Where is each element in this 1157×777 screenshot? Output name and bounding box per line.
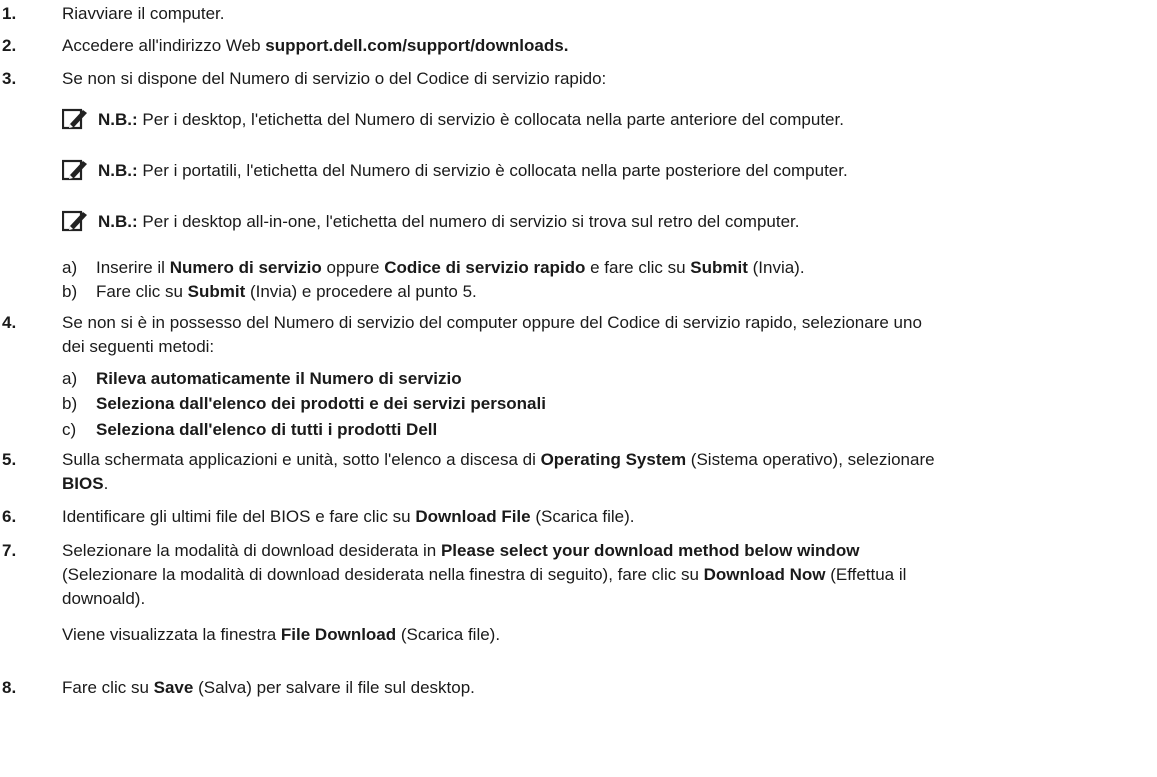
text-run-bold: Operating System (540, 450, 687, 469)
note-body: Per i desktop all-in-one, l'etichetta de… (137, 212, 800, 231)
step-number: 3. (2, 69, 17, 88)
substep-letter: a) (62, 369, 78, 388)
note-label: N.B.: (98, 212, 138, 231)
text-run-bold: BIOS (62, 474, 104, 493)
step-text: Selezionare la modalità di download desi… (62, 540, 1151, 646)
text-run: (Scarica file). (396, 625, 501, 644)
text-run: (Sistema operativo), selezionare (686, 450, 935, 469)
text-line: Se non si è in possesso del Numero di se… (62, 313, 922, 332)
step-number: 6. (2, 507, 17, 526)
note-label: N.B.: (98, 161, 138, 180)
pencil-note-icon (62, 159, 87, 181)
note-3: N.B.: Per i desktop all-in-one, l'etiche… (62, 208, 1152, 234)
step-text: Se non si è in possesso del Numero di se… (62, 312, 1151, 358)
step-number: 7. (2, 541, 17, 560)
text-run: (Scarica file). (530, 507, 635, 526)
text-run: . (103, 474, 109, 493)
note-2: N.B.: Per i portatili, l'etichetta del N… (62, 157, 1152, 183)
text-line: Selezionare la modalità di download desi… (62, 540, 1151, 562)
note-body: Per i portatili, l'etichetta del Numero … (137, 161, 848, 180)
substep-3b: b) Fare clic su Submit (Invia) e proceder… (62, 281, 477, 303)
text-run-bold: Please select your download method below… (440, 541, 860, 560)
note-text: N.B.: Per i desktop all-in-one, l'etiche… (98, 211, 800, 233)
method-option-personal-list: Seleziona dall'elenco dei prodotti e dei… (96, 394, 546, 413)
text-run: Accedere all'indirizzo Web (62, 36, 266, 55)
support-url-link[interactable]: support.dell.com/support/downloads. (265, 36, 568, 55)
note-text: N.B.: Per i portatili, l'etichetta del N… (98, 160, 848, 182)
pencil-note-icon (62, 108, 87, 130)
text-line: dei seguenti metodi: (62, 337, 215, 356)
step-text: Riavviare il computer. (62, 3, 1151, 25)
text-run-bold: Codice di servizio rapido (384, 258, 586, 277)
substep-4a: a) Rileva automaticamente il Numero di se… (62, 368, 462, 390)
text-line: downoald). (62, 589, 146, 608)
text-run-bold: File Download (280, 625, 397, 644)
text-run: Selezionare la modalità di download desi… (62, 541, 441, 560)
step-number: 4. (2, 313, 17, 332)
pencil-note-icon (62, 210, 87, 232)
submit-button-ref: Submit (690, 258, 748, 277)
instructions-page: 1. Riavviare il computer. 2. Accedere al… (0, 0, 1157, 777)
text-run-bold: Numero di servizio (169, 258, 322, 277)
text-run-bold: Download File (415, 507, 531, 526)
step-number: 1. (2, 4, 17, 23)
substep-4c: c) Seleziona dall'elenco di tutti i prodo… (62, 419, 437, 441)
text-run: Inserire il (96, 258, 170, 277)
text-line: (Selezionare la modalità di download des… (62, 564, 1151, 586)
text-line: Viene visualizzata la finestra File Down… (62, 624, 1151, 646)
text-line: BIOS. (62, 473, 1151, 495)
step-text: Identificare gli ultimi file del BIOS e … (62, 506, 1151, 528)
note-text: N.B.: Per i desktop, l'etichetta del Num… (98, 109, 844, 131)
step-text: Sulla schermata applicazioni e unità, so… (62, 449, 1151, 495)
text-run: Viene visualizzata la finestra (62, 625, 281, 644)
note-1: N.B.: Per i desktop, l'etichetta del Num… (62, 106, 1152, 132)
text-line: Sulla schermata applicazioni e unità, so… (62, 449, 1151, 471)
method-option-auto-detect: Rileva automaticamente il Numero di serv… (96, 369, 462, 388)
submit-button-ref: Submit (187, 282, 246, 301)
step-number: 8. (2, 678, 17, 697)
substep-letter: c) (62, 420, 77, 439)
step-number: 2. (2, 36, 17, 55)
text-run: (Salva) per salvare il file sul desktop. (193, 678, 475, 697)
text-run: Identificare gli ultimi file del BIOS e … (62, 507, 416, 526)
substep-4b: b) Seleziona dall'elenco dei prodotti e d… (62, 393, 546, 415)
text-run: Fare clic su (62, 678, 154, 697)
text-run: Riavviare il computer. (62, 4, 225, 23)
text-run: Fare clic su (96, 282, 188, 301)
substep-letter: b) (62, 394, 78, 413)
text-run: oppure (321, 258, 385, 277)
note-label: N.B.: (98, 110, 138, 129)
text-run: (Invia) e procedere al punto 5. (245, 282, 477, 301)
substep-letter: a) (62, 258, 78, 277)
method-option-all-products: Seleziona dall'elenco di tutti i prodott… (96, 420, 438, 439)
step-number: 5. (2, 450, 17, 469)
text-run: (Effettua il (825, 565, 907, 584)
text-run: (Selezionare la modalità di download des… (62, 565, 704, 584)
text-run-bold: Download Now (703, 565, 826, 584)
step-text: Fare clic su Save (Salva) per salvare il… (62, 677, 1151, 699)
text-run: Sulla schermata applicazioni e unità, so… (62, 450, 541, 469)
note-body: Per i desktop, l'etichetta del Numero di… (137, 110, 844, 129)
text-run-bold: Save (153, 678, 194, 697)
text-run: e fare clic su (585, 258, 691, 277)
substep-letter: b) (62, 282, 78, 301)
step-text: Se non si dispone del Numero di servizio… (62, 69, 607, 88)
substep-3a: a) Inserire il Numero di servizio oppure … (62, 257, 805, 279)
step-text: Accedere all'indirizzo Web support.dell.… (62, 35, 1151, 57)
text-run: (Invia). (747, 258, 805, 277)
